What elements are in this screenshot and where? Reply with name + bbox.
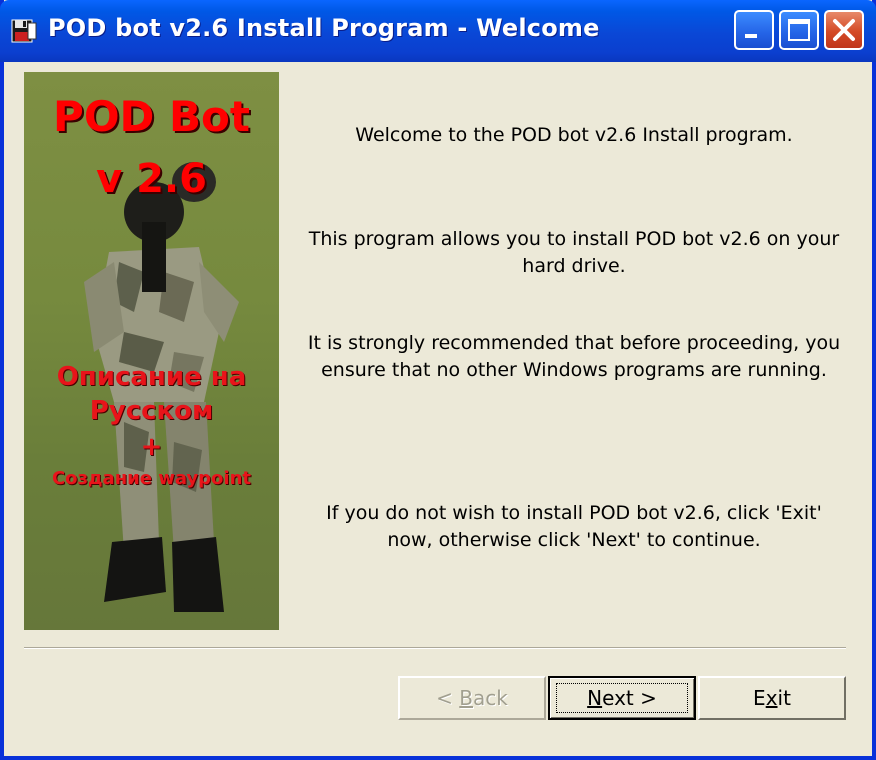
minimize-icon [745,34,757,38]
splash-title: POD Bot [53,92,250,141]
splash-russian-line2: Русском [89,396,214,426]
floppy-disk-icon [11,19,37,43]
close-icon [833,19,855,41]
window-title: POD bot v2.6 Install Program - Welcome [48,14,600,42]
splash-plus: + [140,432,163,462]
allows-message: This program allows you to install POD b… [308,228,840,277]
installer-window: POD bot v2.6 Install Program - Welcome P… [0,0,876,760]
welcome-message: Welcome to the POD bot v2.6 Install prog… [355,124,793,146]
maximize-icon [788,19,810,41]
splash-version: v 2.6 [96,156,207,202]
minimize-button[interactable] [734,10,774,50]
splash-image: POD Bot v 2.6 Описание на Русском + Созд… [24,72,279,630]
maximize-button[interactable] [779,10,819,50]
title-bar[interactable]: POD bot v2.6 Install Program - Welcome [0,0,876,62]
next-button-label: Next > [587,686,657,710]
splash-waypoint-line: Создание waypoint [51,468,252,489]
exit-button[interactable]: Exit [698,676,846,720]
close-button[interactable] [824,10,864,50]
exit-button-label: Exit [753,686,791,710]
dialog-client-area: POD Bot v 2.6 Описание на Русском + Созд… [4,62,872,756]
exit-instructions: If you do not wish to install POD bot v2… [326,502,822,551]
button-separator [24,647,846,649]
splash-russian-line1: Описание на [56,362,247,392]
recommend-message: It is strongly recommended that before p… [307,332,841,381]
next-button[interactable]: Next > [548,676,696,720]
back-button-label: < Back [436,686,508,710]
back-button[interactable]: < Back [398,676,546,720]
